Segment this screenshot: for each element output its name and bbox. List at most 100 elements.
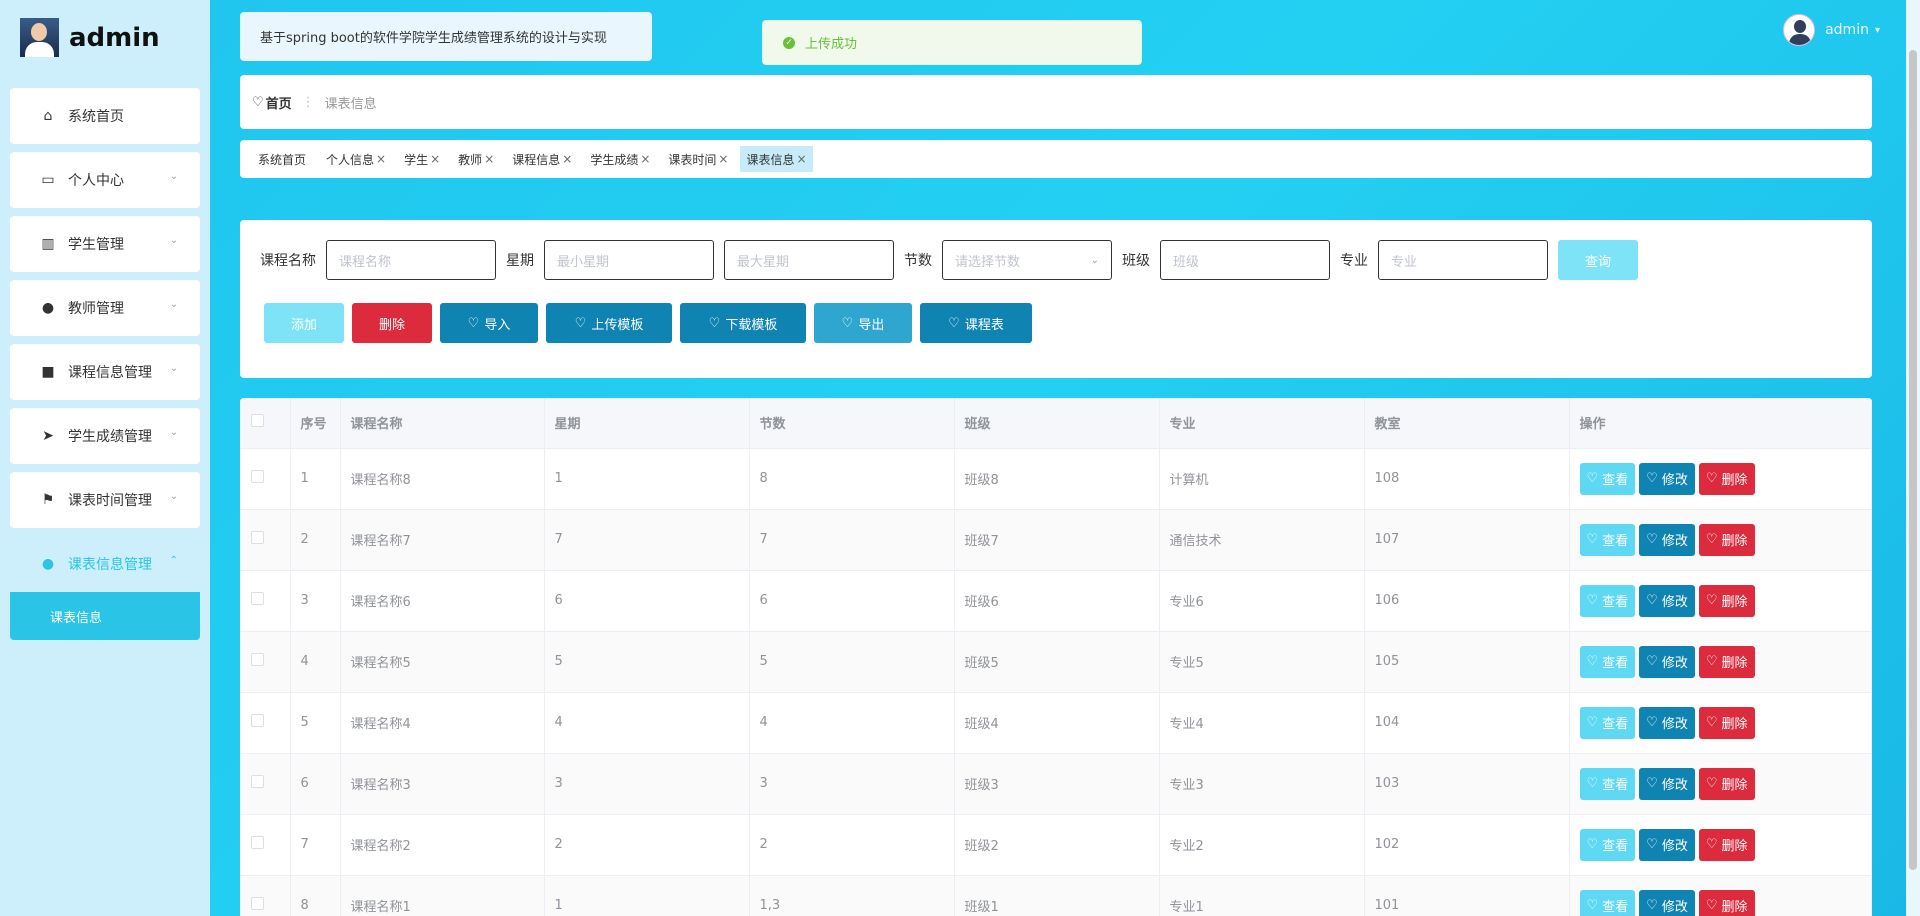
view-button[interactable]: ♡ 查看 <box>1579 889 1636 916</box>
submenu-item-schedule-info[interactable]: 课表信息 <box>10 592 200 640</box>
row-checkbox[interactable] <box>251 531 264 544</box>
vertical-scrollbar[interactable] <box>1906 0 1920 916</box>
tag-label[interactable]: 教师 <box>458 151 482 168</box>
query-button[interactable]: 查询 <box>1558 240 1638 280</box>
heart-icon: ♡ <box>574 315 587 331</box>
import-button[interactable]: ♡ 导入 <box>440 303 538 343</box>
tag-item[interactable]: 课表信息 × <box>740 146 813 172</box>
section-select[interactable]: 请选择节数 ⌄ <box>942 240 1112 280</box>
close-icon[interactable]: × <box>718 152 728 166</box>
edit-button[interactable]: ♡ 修改 <box>1639 767 1695 800</box>
close-icon[interactable]: × <box>376 152 386 166</box>
breadcrumb-home[interactable]: 首页 <box>266 93 292 112</box>
tag-item[interactable]: 学生成绩 × <box>584 146 656 172</box>
row-checkbox[interactable] <box>251 592 264 605</box>
close-icon[interactable]: × <box>562 152 572 166</box>
export-button[interactable]: ♡ 导出 <box>814 303 912 343</box>
row-delete-button[interactable]: ♡ 删除 <box>1698 889 1755 916</box>
row-delete-button[interactable]: ♡ 删除 <box>1698 645 1755 678</box>
heart-icon: ♡ <box>1586 715 1599 730</box>
course-name-input[interactable]: 课程名称 <box>326 240 496 280</box>
tag-label[interactable]: 学生成绩 <box>590 151 638 168</box>
edit-button[interactable]: ♡ 修改 <box>1639 523 1695 556</box>
edit-button[interactable]: ♡ 修改 <box>1639 889 1695 916</box>
upload-template-button[interactable]: ♡ 上传模板 <box>546 303 672 343</box>
row-delete-button[interactable]: ♡ 删除 <box>1698 584 1755 617</box>
view-button[interactable]: ♡ 查看 <box>1579 706 1636 739</box>
close-icon[interactable]: × <box>797 152 807 166</box>
close-icon[interactable]: × <box>484 152 494 166</box>
row-delete-button[interactable]: ♡ 删除 <box>1698 706 1755 739</box>
tag-label[interactable]: 课表时间 <box>668 151 716 168</box>
sidebar-item[interactable]: ● 课表信息管理 ⌃ <box>10 536 200 592</box>
sidebar-item[interactable]: ⌂ 系统首页 <box>10 88 200 144</box>
close-icon[interactable]: × <box>430 152 440 166</box>
schedule-label: 课程表 <box>964 317 1004 333</box>
flag-icon: ⚑ <box>41 492 55 508</box>
tag-item[interactable]: 课表时间 × <box>662 146 734 172</box>
row-delete-button[interactable]: ♡ 删除 <box>1698 767 1755 800</box>
view-button[interactable]: ♡ 查看 <box>1579 767 1636 800</box>
tag-item[interactable]: 教师 × <box>452 146 500 172</box>
tag-label[interactable]: 学生 <box>404 151 428 168</box>
edit-button[interactable]: ♡ 修改 <box>1639 706 1695 739</box>
tag-item[interactable]: 课程信息 × <box>506 146 578 172</box>
row-delete-button[interactable]: ♡ 删除 <box>1698 462 1755 495</box>
tag-label[interactable]: 系统首页 <box>258 151 306 168</box>
edit-button[interactable]: ♡ 修改 <box>1639 645 1695 678</box>
cell-classroom: 108 <box>1364 448 1570 510</box>
sidebar-item[interactable]: ● 教师管理 ⌄ <box>10 280 200 336</box>
user-name[interactable]: admin <box>1825 22 1869 38</box>
edit-button[interactable]: ♡ 修改 <box>1639 462 1695 495</box>
week-min-input[interactable]: 最小星期 <box>544 240 714 280</box>
tag-label[interactable]: 课表信息 <box>746 151 794 168</box>
view-button[interactable]: ♡ 查看 <box>1579 523 1636 556</box>
cell-class: 班级2 <box>954 814 1160 876</box>
sidebar-item[interactable]: ■ 课程信息管理 ⌄ <box>10 344 200 400</box>
major-input[interactable]: 专业 <box>1378 240 1548 280</box>
sidebar-item[interactable]: ➤ 学生成绩管理 ⌄ <box>10 408 200 464</box>
tag-item[interactable]: 个人信息 × <box>320 146 392 172</box>
row-checkbox[interactable] <box>251 714 264 727</box>
view-button[interactable]: ♡ 查看 <box>1579 462 1636 495</box>
view-button[interactable]: ♡ 查看 <box>1579 828 1636 861</box>
class-input[interactable]: 班级 <box>1160 240 1330 280</box>
row-checkbox[interactable] <box>251 836 264 849</box>
tag-label[interactable]: 个人信息 <box>326 151 374 168</box>
chevron-icon: ⌄ <box>169 427 178 438</box>
view-button[interactable]: ♡ 查看 <box>1579 584 1636 617</box>
row-checkbox[interactable] <box>251 775 264 788</box>
week-max-input[interactable]: 最大星期 <box>724 240 894 280</box>
schedule-button[interactable]: ♡ 课程表 <box>920 303 1032 343</box>
select-all-checkbox[interactable] <box>251 414 264 428</box>
row-checkbox[interactable] <box>251 653 264 666</box>
edit-label: 修改 <box>1661 595 1688 610</box>
row-checkbox[interactable] <box>251 897 264 910</box>
cell-class: 班级7 <box>954 509 1160 571</box>
user-avatar[interactable] <box>1783 14 1816 46</box>
cell-class: 班级1 <box>954 875 1160 916</box>
row-checkbox[interactable] <box>251 470 264 483</box>
edit-button[interactable]: ♡ 修改 <box>1639 828 1695 861</box>
user-menu[interactable]: admin ▾ <box>1783 14 1880 46</box>
scrollbar-thumb[interactable] <box>1909 50 1917 870</box>
cell-operations: ♡ 查看 ♡ 修改 ♡ 删除 <box>1569 753 1872 815</box>
tag-label[interactable]: 课程信息 <box>512 151 560 168</box>
tag-item[interactable]: 学生 × <box>398 146 446 172</box>
download-template-button[interactable]: ♡ 下载模板 <box>680 303 806 343</box>
download-template-label: 下载模板 <box>725 317 778 333</box>
sidebar-item-label: 学生管理 <box>68 237 124 253</box>
sidebar-item[interactable]: ▭ 个人中心 ⌄ <box>10 152 200 208</box>
sidebar-item[interactable]: ▥ 学生管理 ⌄ <box>10 216 200 272</box>
row-delete-button[interactable]: ♡ 删除 <box>1698 828 1755 861</box>
caret-down-icon[interactable]: ▾ <box>1875 25 1880 36</box>
close-icon[interactable]: × <box>640 152 650 166</box>
cell-major: 专业2 <box>1159 814 1365 876</box>
add-button[interactable]: 添加 <box>264 303 344 343</box>
tag-item[interactable]: 系统首页 <box>252 146 314 172</box>
edit-button[interactable]: ♡ 修改 <box>1639 584 1695 617</box>
sidebar-item[interactable]: ⚑ 课表时间管理 ⌄ <box>10 472 200 528</box>
delete-button[interactable]: 删除 <box>352 303 432 343</box>
view-button[interactable]: ♡ 查看 <box>1579 645 1636 678</box>
row-delete-button[interactable]: ♡ 删除 <box>1698 523 1755 556</box>
